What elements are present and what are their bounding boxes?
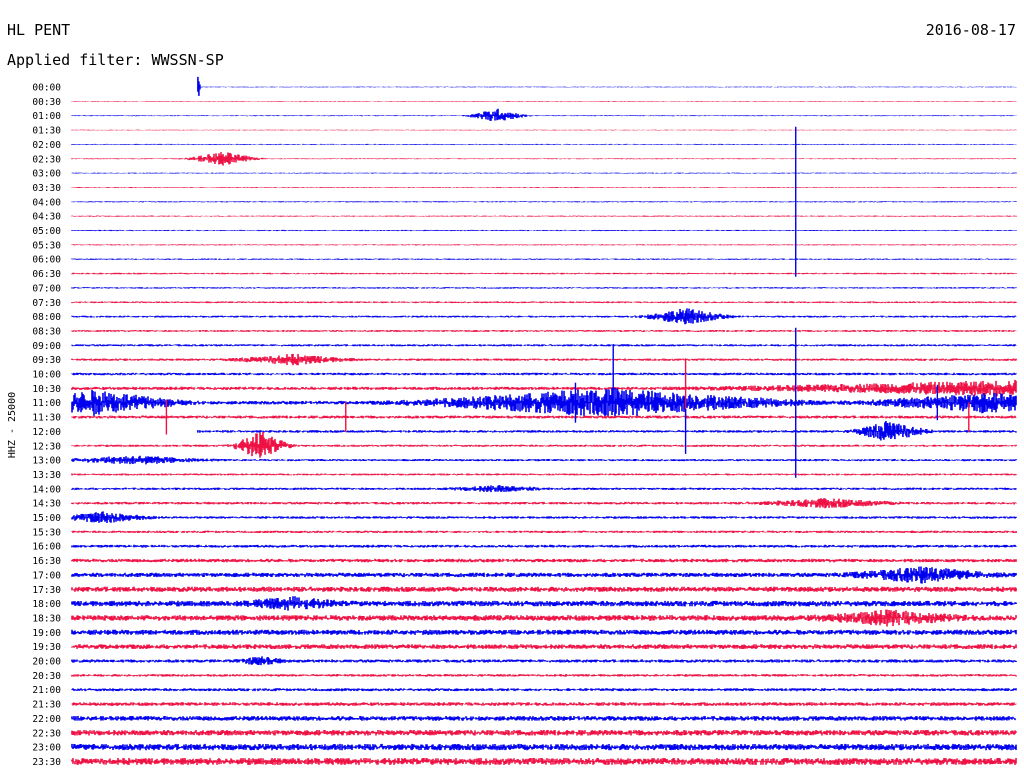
y-tick-label: 08:30	[32, 326, 61, 337]
seismogram-trace	[71, 473, 1017, 476]
y-tick-label: 21:30	[32, 700, 61, 711]
seismogram-trace	[71, 629, 1017, 635]
seismogram-trace	[71, 596, 1017, 611]
seismogram-trace	[71, 287, 1017, 289]
y-tick-label: 10:00	[32, 370, 61, 381]
seismogram-trace	[71, 609, 1017, 627]
seismogram-trace	[71, 100, 1017, 102]
seismogram-trace	[71, 186, 1017, 188]
seismogram-trace	[71, 757, 1017, 765]
y-tick-label: 05:30	[32, 240, 61, 251]
seismogram-trace	[71, 644, 1017, 650]
y-tick-label: 14:30	[32, 499, 61, 510]
y-tick-label: 18:30	[32, 613, 61, 624]
y-tick-label: 21:00	[32, 685, 61, 696]
y-tick-label: 06:00	[32, 255, 61, 266]
seismogram-trace	[71, 558, 1017, 563]
y-tick-label: 19:30	[32, 642, 61, 653]
y-tick-label: 20:30	[32, 671, 61, 682]
seismogram-trace	[71, 688, 1017, 692]
seismogram-trace	[71, 201, 1017, 203]
seismogram-trace	[71, 143, 1017, 145]
y-tick-label: 05:00	[32, 226, 61, 237]
tick-label-group: 00:00 00:30 01:00 01:30 02:00 02:30 03:00 03:30…	[32, 83, 61, 768]
y-tick-label: 16:00	[32, 542, 61, 553]
seismogram-trace	[71, 566, 1017, 584]
y-tick-label: 03:30	[32, 183, 61, 194]
y-tick-label: 15:30	[32, 527, 61, 538]
seismogram-trace	[71, 215, 1017, 217]
seismogram-trace	[71, 530, 1017, 534]
seismogram-trace	[71, 244, 1017, 246]
seismogram-trace	[71, 656, 1017, 666]
seismogram-trace	[71, 498, 1017, 509]
y-tick-label: 00:00	[32, 83, 61, 94]
y-tick-label: 00:30	[32, 97, 61, 108]
helicorder-plot: 00:00 00:30 01:00 01:30 02:00 02:30 03:00 03:30…	[32, 76, 1017, 768]
y-tick-label: 02:30	[32, 154, 61, 165]
seismogram-trace	[71, 108, 1017, 121]
seismogram-trace	[71, 344, 1017, 347]
seismogram-trace	[71, 586, 1017, 592]
y-tick-label: 10:30	[32, 384, 61, 395]
y-tick-label: 23:00	[32, 743, 61, 754]
seismogram-trace	[197, 76, 1017, 96]
seismogram-trace	[71, 353, 1017, 366]
y-tick-label: 16:30	[32, 556, 61, 567]
y-tick-label: 07:30	[32, 298, 61, 309]
seismogram-trace	[71, 172, 1017, 174]
y-tick-label: 19:00	[32, 628, 61, 639]
y-tick-label: 11:30	[32, 413, 61, 424]
seismogram-trace	[71, 229, 1017, 232]
seismogram-trace	[71, 387, 1017, 418]
y-tick-label: 01:30	[32, 126, 61, 137]
seismogram-trace	[71, 308, 1017, 325]
seismogram-trace	[71, 729, 1017, 736]
y-tick-label: 03:00	[32, 169, 61, 180]
y-tick-label: 11:00	[32, 398, 61, 409]
seismogram-trace	[71, 716, 1017, 721]
y-tick-label: 14:00	[32, 484, 61, 495]
seismogram-trace	[71, 129, 1017, 131]
seismogram-trace	[71, 544, 1017, 548]
y-tick-label: 06:30	[32, 269, 61, 280]
y-tick-label: 13:00	[32, 456, 61, 467]
y-tick-label: 09:00	[32, 341, 61, 352]
y-tick-label: 17:00	[32, 570, 61, 581]
trace-group	[71, 76, 1017, 765]
seismogram-trace	[71, 301, 1017, 304]
seismogram-trace	[71, 372, 1017, 376]
seismogram-trace	[71, 511, 1017, 523]
y-tick-label: 04:00	[32, 197, 61, 208]
seismogram-trace	[71, 674, 1017, 677]
y-tick-label: 22:30	[32, 728, 61, 739]
y-tick-label: 17:30	[32, 585, 61, 596]
y-tick-label: 22:00	[32, 714, 61, 725]
y-tick-label: 13:30	[32, 470, 61, 481]
seismogram-trace	[71, 272, 1017, 275]
y-tick-label: 02:00	[32, 140, 61, 151]
y-tick-label: 09:30	[32, 355, 61, 366]
seismogram-trace	[71, 329, 1017, 332]
y-tick-label: 15:00	[32, 513, 61, 524]
seismogram-trace	[71, 258, 1017, 260]
y-tick-label: 01:00	[32, 111, 61, 122]
y-tick-label: 04:30	[32, 212, 61, 223]
y-tick-label: 20:00	[32, 657, 61, 668]
y-tick-label: 08:00	[32, 312, 61, 323]
seismogram-trace	[71, 702, 1017, 706]
seismogram-trace	[71, 455, 1017, 465]
y-tick-label: 12:30	[32, 441, 61, 452]
seismogram-trace	[197, 420, 1017, 441]
y-tick-label: 12:00	[32, 427, 61, 438]
seismogram-trace	[71, 743, 1017, 751]
seismogram-trace	[71, 152, 1017, 166]
seismogram-trace	[71, 415, 1017, 419]
y-tick-label: 18:00	[32, 599, 61, 610]
y-tick-label: 07:00	[32, 283, 61, 294]
seismogram-trace	[71, 485, 1017, 493]
y-tick-label: 23:30	[32, 757, 61, 768]
